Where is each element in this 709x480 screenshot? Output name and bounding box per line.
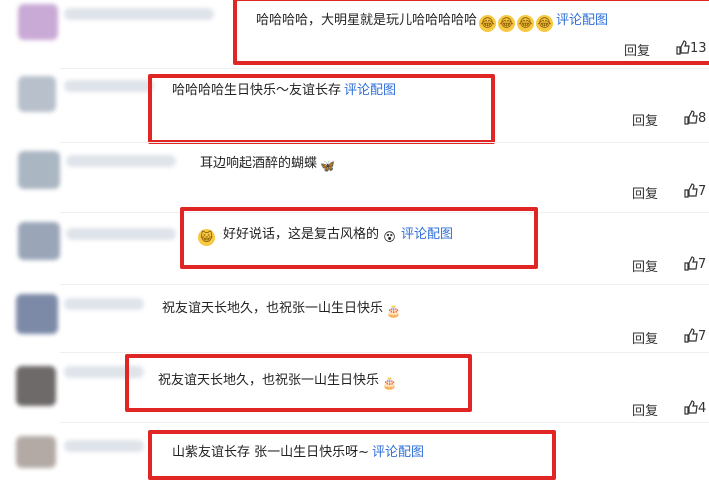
comment-row-3: 耳边响起酒醉的蝴蝶 🦋 回复 7	[0, 145, 709, 213]
avatar[interactable]	[18, 222, 60, 260]
thumbs-up-icon	[684, 110, 698, 125]
highlight-box	[148, 430, 556, 480]
like-button[interactable]: 8	[684, 110, 706, 126]
avatar[interactable]	[18, 76, 56, 112]
thumbs-up-icon	[684, 400, 698, 415]
highlight-box	[148, 74, 495, 144]
like-button[interactable]: 7	[684, 328, 706, 344]
username-blurred[interactable]	[66, 155, 176, 167]
comment-text: 祝友谊天长地久，也祝张一山生日快乐 🎂	[162, 301, 401, 318]
username-blurred[interactable]	[64, 298, 144, 310]
highlight-box	[233, 0, 709, 65]
like-button[interactable]: 7	[684, 183, 706, 199]
highlight-box	[180, 207, 538, 269]
comment-row-5: 祝友谊天长地久，也祝张一山生日快乐 🎂 回复 7	[0, 286, 709, 352]
comment-row-6: 祝友谊天长地久，也祝张一山生日快乐 🎂 回复 4	[0, 354, 709, 424]
avatar[interactable]	[18, 151, 60, 189]
avatar[interactable]	[16, 436, 56, 468]
comment-row-2: 哈哈哈哈生日快乐～友谊长存 评论配图 回复 8	[0, 70, 709, 150]
avatar[interactable]	[18, 4, 58, 40]
thumbs-up-icon	[684, 183, 698, 198]
username-blurred[interactable]	[66, 228, 176, 240]
divider	[60, 284, 709, 285]
like-button[interactable]: 4	[684, 400, 706, 416]
butterfly-emoji: 🦋	[320, 159, 335, 173]
username-blurred[interactable]	[64, 80, 154, 92]
avatar[interactable]	[16, 366, 56, 406]
highlight-box	[125, 354, 472, 412]
reply-button[interactable]: 回复	[632, 400, 658, 419]
avatar[interactable]	[16, 294, 58, 334]
comment-row-7: 山紫友谊长存 张一山生日快乐呀~ 评论配图	[0, 424, 709, 480]
comment-row-4: 😺 好好说话，这是复古风格的 😵 评论配图 回复 7	[0, 207, 709, 286]
reply-button[interactable]: 回复	[632, 328, 658, 347]
comment-row-1: 哈哈哈哈，大明星就是玩儿哈哈哈哈哈 😂 😂 😂 😂 评论配图 回复 13	[0, 0, 709, 70]
comment-text: 耳边响起酒醉的蝴蝶 🦋	[200, 156, 335, 173]
reply-button[interactable]: 回复	[632, 183, 658, 202]
thumbs-up-icon	[684, 256, 698, 271]
divider	[60, 422, 709, 423]
like-button[interactable]: 7	[684, 256, 706, 272]
reply-button[interactable]: 回复	[632, 256, 658, 275]
thumbs-up-icon	[684, 328, 698, 343]
divider	[60, 68, 709, 69]
cake-emoji: 🎂	[386, 304, 401, 318]
username-blurred[interactable]	[64, 440, 144, 452]
reply-button[interactable]: 回复	[632, 110, 658, 129]
divider	[60, 142, 709, 143]
username-blurred[interactable]	[64, 8, 214, 20]
divider	[60, 352, 709, 353]
